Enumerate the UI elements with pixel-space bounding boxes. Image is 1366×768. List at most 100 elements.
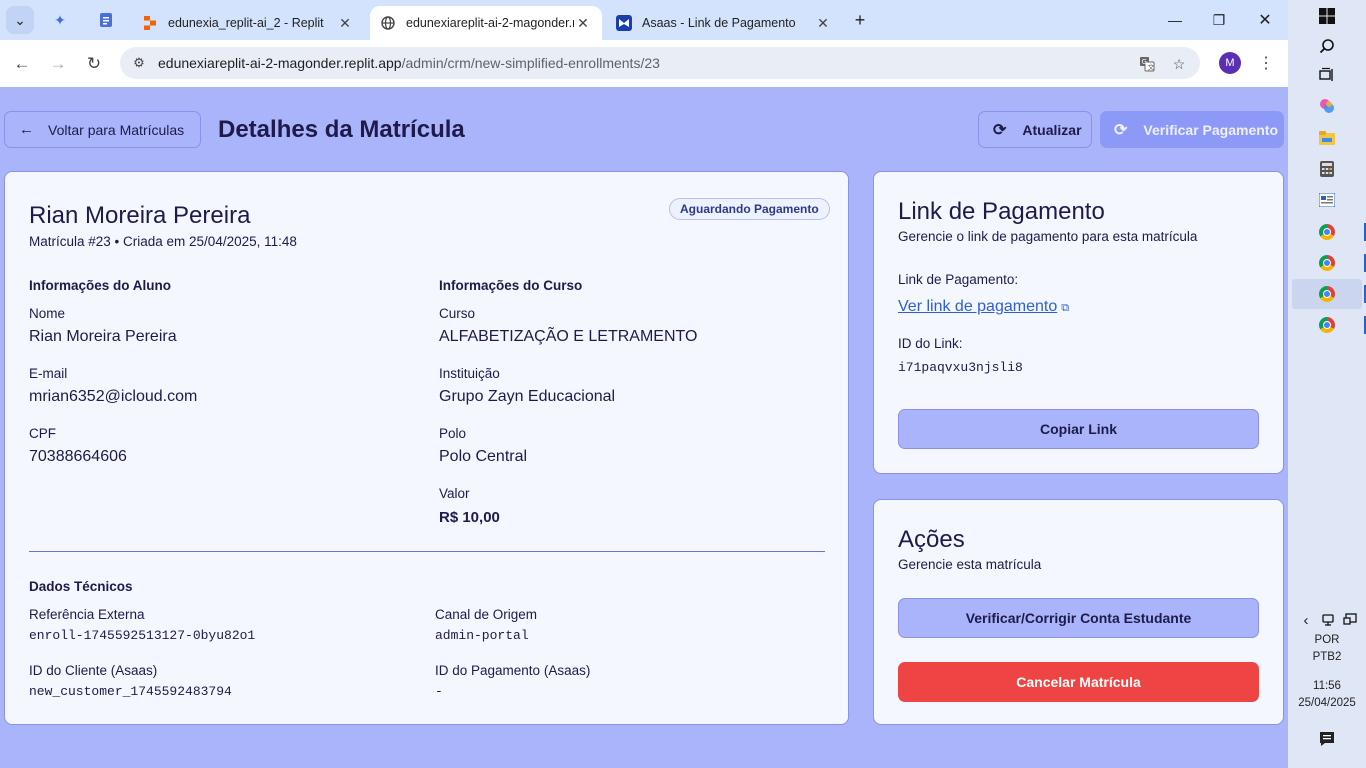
windows-start-icon[interactable] <box>1315 4 1339 28</box>
external-link-icon: ⧉ <box>1061 302 1070 314</box>
news-app-icon[interactable] <box>1315 188 1339 212</box>
enrollment-details-card: Rian Moreira Pereira Matrícula #23 • Cri… <box>4 171 849 725</box>
actions-desc: Gerencie esta matrícula <box>898 557 1042 572</box>
link-id-label: ID do Link: <box>898 336 963 351</box>
restore-icon[interactable]: ❐ <box>1196 0 1242 40</box>
origin-channel-label: Canal de Origem <box>435 607 538 622</box>
browser-toolbar: ← → ↻ ⚙ edunexiareplit-ai-2-magonder.rep… <box>0 40 1288 87</box>
url-text: edunexiareplit-ai-2-magonder.replit.app/… <box>158 55 660 71</box>
customer-id-label: ID do Cliente (Asaas) <box>29 663 158 678</box>
verify-payment-label: Verificar Pagamento <box>1143 121 1279 138</box>
student-info-heading: Informações do Aluno <box>29 278 172 293</box>
chevron-left-icon[interactable]: ‹ <box>1294 608 1318 632</box>
polo-value: Polo Central <box>439 448 528 465</box>
enrollment-subtitle: Matrícula #23 • Criada em 25/04/2025, 11… <box>29 234 297 249</box>
close-tab-icon[interactable]: ✕ <box>336 15 354 32</box>
tab-asaas[interactable]: Asaas - Link de Pagamento ✕ <box>606 6 842 40</box>
search-icon[interactable] <box>1315 34 1339 58</box>
payment-link[interactable]: Ver link de pagamento ⧉ <box>898 298 1069 316</box>
replit-icon <box>142 15 158 31</box>
address-bar[interactable]: ⚙ edunexiareplit-ai-2-magonder.replit.ap… <box>120 47 1200 79</box>
page-title: Detalhes da Matrícula <box>218 116 465 143</box>
tab-title: edunexia_replit-ai_2 - Replit <box>168 16 324 30</box>
chrome-icon[interactable] <box>1315 313 1339 337</box>
browser-tab-strip: ⌄ ✦ edunexia_replit-ai_2 - Replit ✕ edun… <box>0 0 1288 40</box>
input-language[interactable]: POR <box>1288 634 1366 646</box>
cpf-label: CPF <box>29 426 56 441</box>
chrome-icon[interactable] <box>1315 282 1339 306</box>
docs-tab-icon[interactable] <box>92 6 120 34</box>
file-explorer-icon[interactable] <box>1315 126 1339 150</box>
cancel-enrollment-button[interactable]: Cancelar Matrícula <box>898 662 1259 702</box>
chrome-icon[interactable] <box>1315 251 1339 275</box>
close-tab-icon[interactable]: ✕ <box>574 15 592 32</box>
payment-link-text: Ver link de pagamento <box>898 298 1058 315</box>
clock-date[interactable]: 25/04/2025 <box>1288 697 1366 709</box>
site-settings-icon[interactable]: ⚙ <box>124 55 154 71</box>
bookmark-star-icon[interactable]: ☆ <box>1166 51 1192 77</box>
payment-link-label: Link de Pagamento: <box>898 272 1019 287</box>
arrow-left-icon: ← <box>19 121 34 138</box>
link-id-value: i71paqvxu3njsli8 <box>898 360 1023 375</box>
refresh-button[interactable]: ⟳ Atualizar <box>978 111 1092 148</box>
email-value: mrian6352@icloud.com <box>29 388 198 405</box>
calculator-icon[interactable] <box>1315 157 1339 181</box>
page-content: ← Voltar para Matrículas Detalhes da Mat… <box>0 87 1288 768</box>
tab-app[interactable]: edunexiareplit-ai-2-magonder.r ✕ <box>370 6 602 40</box>
browser-menu-icon[interactable]: ⋮ <box>1256 53 1276 73</box>
reload-icon[interactable]: ↻ <box>79 49 109 79</box>
course-info-heading: Informações do Curso <box>439 278 583 293</box>
windows-taskbar: ‹ POR PTB2 11:56 25/04/2025 <box>1288 0 1366 768</box>
price-label: Valor <box>439 486 470 501</box>
payment-link-title: Link de Pagamento <box>898 198 1105 225</box>
tab-search-chevron-icon[interactable]: ⌄ <box>6 6 34 34</box>
task-view-icon[interactable] <box>1315 63 1339 87</box>
forward-arrow-icon[interactable]: → <box>43 49 73 79</box>
refresh-icon: ⟳ <box>993 121 1007 139</box>
new-tab-icon[interactable]: + <box>846 6 874 34</box>
notifications-icon[interactable] <box>1315 727 1339 751</box>
payment-id-value: - <box>435 684 443 699</box>
keyboard-layout[interactable]: PTB2 <box>1288 651 1366 663</box>
clock-time[interactable]: 11:56 <box>1288 680 1366 692</box>
name-label: Nome <box>29 306 66 321</box>
globe-icon <box>380 15 396 31</box>
display-icon[interactable] <box>1338 608 1362 632</box>
copilot-icon[interactable] <box>1315 94 1339 118</box>
polo-label: Polo <box>439 426 467 441</box>
refresh-button-label: Atualizar <box>1022 121 1082 138</box>
profile-avatar[interactable]: M <box>1219 52 1241 74</box>
asaas-icon <box>616 15 632 31</box>
cpf-value: 70388664606 <box>29 448 127 465</box>
close-tab-icon[interactable]: ✕ <box>814 15 832 32</box>
network-icon[interactable] <box>1316 608 1340 632</box>
external-ref-label: Referência Externa <box>29 607 145 622</box>
fix-student-account-button[interactable]: Verificar/Corrigir Conta Estudante <box>898 598 1259 638</box>
back-arrow-icon[interactable]: ← <box>7 49 37 79</box>
student-name-heading: Rian Moreira Pereira <box>29 202 251 229</box>
translate-icon[interactable]: 文G <box>1134 51 1160 77</box>
course-label: Curso <box>439 306 476 321</box>
copy-link-button[interactable]: Copiar Link <box>898 409 1259 449</box>
institution-label: Instituição <box>439 366 500 381</box>
payment-link-desc: Gerencie o link de pagamento para esta m… <box>898 229 1198 244</box>
tech-data-heading: Dados Técnicos <box>29 579 133 594</box>
tab-replit[interactable]: edunexia_replit-ai_2 - Replit ✕ <box>132 6 364 40</box>
minimize-icon[interactable]: — <box>1152 0 1198 40</box>
chrome-icon[interactable] <box>1315 220 1339 244</box>
close-window-icon[interactable]: ✕ <box>1242 0 1288 40</box>
payment-link-card: Link de Pagamento Gerencie o link de pag… <box>873 171 1284 474</box>
name-value: Rian Moreira Pereira <box>29 328 177 345</box>
gemini-icon[interactable]: ✦ <box>46 6 74 34</box>
tab-title: Asaas - Link de Pagamento <box>642 16 796 30</box>
course-value: ALFABETIZAÇÃO E LETRAMENTO <box>439 328 698 345</box>
refresh-icon: ⟳ <box>1114 121 1128 139</box>
section-divider <box>29 551 825 552</box>
back-to-enrollments-button[interactable]: ← Voltar para Matrículas <box>4 111 201 148</box>
email-label: E-mail <box>29 366 68 381</box>
payment-id-label: ID do Pagamento (Asaas) <box>435 663 591 678</box>
verify-payment-button[interactable]: ⟳ Verificar Pagamento <box>1100 111 1284 148</box>
svg-text:文: 文 <box>1148 63 1155 72</box>
actions-card: Ações Gerencie esta matrícula Verificar/… <box>873 499 1284 725</box>
customer-id-value: new_customer_1745592483794 <box>29 684 232 699</box>
